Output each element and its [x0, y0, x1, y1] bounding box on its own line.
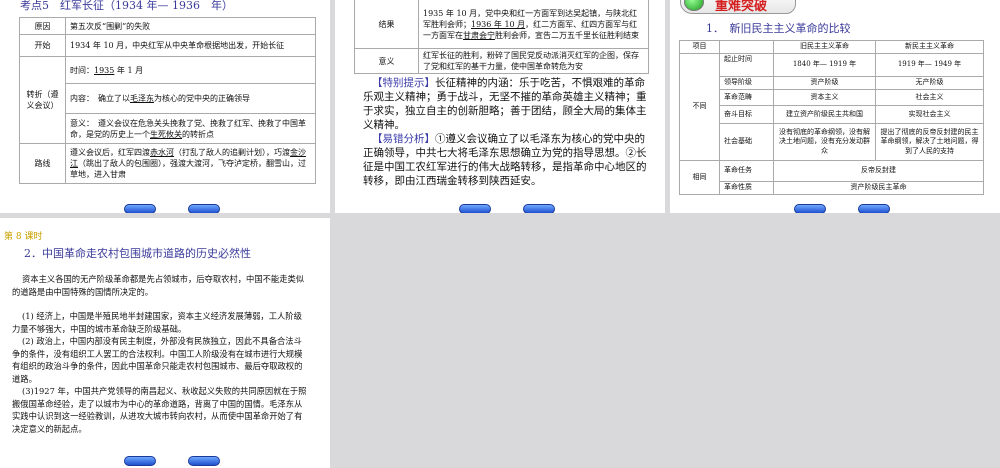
table-row: 不同 起止时间 1840 年— 1919 年 1919 年— 1949 年	[679, 53, 984, 161]
new-cell: 无产阶级	[875, 76, 984, 90]
row-label: 意义	[354, 48, 419, 74]
point-item: (1) 经济上，中国是半殖民地半封建国家，资本主义经济发展薄弱，工人阶级力量不够…	[12, 311, 302, 334]
new-cell: 社会主义	[875, 89, 984, 106]
tip-label: 【特别提示】	[372, 77, 435, 89]
underlined-text: 毛泽东	[130, 94, 154, 103]
new-cell: 实现社会主义	[875, 105, 984, 124]
slide-title: 2．中国革命走农村包围城市道路的历史必然性	[24, 247, 251, 260]
next-slide-button[interactable]	[188, 456, 220, 466]
old-cell: 没有彻底的革命纲领，没有解决土地问题，没有充分发动群众	[773, 123, 876, 161]
old-cell: 资本主义	[773, 89, 876, 106]
old-cell: 1840 年— 1919 年	[773, 53, 876, 77]
table-row: 领导阶级 资产阶级 无产阶级	[680, 76, 984, 90]
green-circle-icon	[684, 0, 704, 11]
prev-slide-button[interactable]	[124, 456, 156, 466]
slide-title: 1． 新旧民主主义革命的比较	[706, 22, 851, 35]
item-cell: 奋斗目标	[719, 105, 774, 124]
point-item: (3)1927 年，中国共产党领导的南昌起义、秋收起义失败的共同原因就在于照搬俄…	[12, 386, 307, 434]
item-cell: 社会基础	[719, 123, 774, 161]
old-cell: 资产阶级	[773, 76, 876, 90]
table-row: 意义 红军长征的胜利，粉碎了国民党反动派消灭红军的企图，保存了党和红军的基干力量，…	[354, 48, 649, 74]
group-label: 相同	[679, 160, 720, 195]
table-row: 社会基础 没有彻底的革命纲领，没有解决土地问题，没有充分发动群众 提出了彻底的反帝反…	[680, 123, 984, 161]
text: 为核心的党中央的正确领导	[154, 94, 250, 103]
table-header-row: 项目 旧民主主义革命 新民主主义革命	[679, 40, 984, 54]
slide-1-thumbnail[interactable]: 考点5 红军长征（1934 年— 1936 年） 原因 第五次反“围剿”的失败 开…	[0, 0, 330, 213]
underlined-text: 生死攸关	[150, 129, 182, 139]
underlined-text: 1936 年 10 月	[471, 19, 526, 29]
tab-label: 重难突破	[715, 0, 768, 14]
table-row: 革命性质 资产阶级民主革命	[680, 181, 984, 195]
error-analysis: 【易错分析】①遵义会议确立了以毛泽东为核心的党中央的正确领导，中共七大将毛泽东思…	[363, 132, 648, 188]
header-cell: 新民主主义革命	[875, 40, 984, 54]
row-content: 红军长征的胜利，粉碎了国民党反动派消灭红军的企图，保存了党和红军的基干力量，使中…	[418, 48, 649, 74]
error-label: 【易错分析】	[372, 133, 435, 145]
row-content: 意义： 遵义会议在危急关头挽救了党、挽救了红军、挽救了中国革命，是党的历史上一个…	[65, 113, 316, 144]
row-content: 遵义会议后，红军四渡赤水河（打乱了敌人的追剿计划），巧渡金沙江（跳出了敌人的包围…	[65, 143, 316, 184]
long-march-table: 原因 第五次反“围剿”的失败 开始 1934 年 10 月，中央红军从中央革命根据地…	[19, 17, 316, 184]
text: （打乱了敌人的追剿计划），巧渡	[174, 148, 290, 157]
table-row: 革命范畴 资本主义 社会主义	[680, 89, 984, 106]
text: 胜利会师，宣告二万五千里长征胜利结束	[495, 30, 639, 40]
row-label: 转折（遵义会议）	[19, 56, 66, 144]
table-row: 结果 1935 年 10 月，党中央和红一方面军到达吴起镇，与陕北红军胜利会师；…	[354, 0, 649, 49]
prev-slide-button[interactable]	[794, 204, 826, 213]
intro-paragraph: 资本主义各国的无产阶级革命都是先占领城市，后夺取农村，中国不能走类似的道路是由中…	[12, 274, 305, 297]
text: 年 1 月	[114, 65, 144, 75]
item-cell: 起止时间	[719, 53, 774, 77]
header-cell	[719, 40, 774, 54]
text: 内容： 确立了以	[70, 94, 130, 103]
table-row: 原因 第五次反“围剿”的失败	[19, 17, 316, 35]
item-cell: 革命性质	[719, 181, 774, 195]
text: 遵义会议后，红军四渡	[70, 148, 150, 157]
next-slide-button[interactable]	[188, 204, 220, 213]
slide-4-thumbnail[interactable]: 第 8 课时 2．中国革命走农村包围城市道路的历史必然性 资本主义各国的无产阶级…	[0, 218, 330, 468]
row-content: 第五次反“围剿”的失败	[65, 17, 316, 35]
row-label: 原因	[19, 17, 66, 35]
table-row: 相同 革命任务 反帝反封建	[679, 160, 984, 195]
point-item: (2) 政治上，中国内部没有民主制度，外部没有民族独立，因此不具备合法斗争的条件…	[12, 336, 303, 384]
lesson-label: 第 8 课时	[4, 232, 43, 242]
section-tab: 重难突破	[680, 0, 796, 14]
value-cell: 资产阶级民主革命	[773, 181, 984, 195]
long-march-table-continued: 结果 1935 年 10 月，党中央和红一方面军到达吴起镇，与陕北红军胜利会师；…	[354, 0, 649, 74]
row-label: 开始	[19, 34, 66, 57]
revolution-comparison-table: 项目 旧民主主义革命 新民主主义革命 不同 起止时间 1840 年— 1919 年…	[679, 40, 984, 195]
table-row: 转折（遵义会议） 时间：1935 年 1 月	[19, 56, 316, 144]
next-slide-button[interactable]	[523, 204, 555, 213]
underlined-text: 赤水河	[150, 148, 174, 157]
row-content: 时间：1935 年 1 月	[65, 56, 316, 84]
special-tip: 【特别提示】长征精神的内涵：乐于吃苦，不惧艰难的革命乐观主义精神；勇于战斗，无坚…	[363, 76, 648, 132]
slide-2-thumbnail[interactable]: 结果 1935 年 10 月，党中央和红一方面军到达吴起镇，与陕北红军胜利会师；…	[335, 0, 665, 213]
old-cell: 建立资产阶级民主共和国	[773, 105, 876, 124]
text: （跳出了敌人的包围圈），强渡大渡河，飞夺泸定桥，翻雪山，过草地，进入甘肃	[70, 159, 306, 179]
table-row: 路线 遵义会议后，红军四渡赤水河（打乱了敌人的追剿计划），巧渡金沙江（跳出了敌人…	[19, 143, 316, 184]
table-row: 开始 1934 年 10 月，中央红军从中央革命根据地出发，开始长征	[19, 34, 316, 57]
value-cell: 反帝反封建	[773, 160, 984, 182]
underlined-text: 甘肃会宁	[463, 30, 495, 40]
text: 的转折点	[182, 129, 214, 139]
prev-slide-button[interactable]	[124, 204, 156, 213]
new-cell: 提出了彻底的反帝反封建的民主革命纲领，解决了土地问题，得到了人民的支持	[875, 123, 984, 161]
item-cell: 革命范畴	[719, 89, 774, 106]
prev-slide-button[interactable]	[459, 204, 491, 213]
row-label: 路线	[19, 143, 66, 184]
row-content: 1934 年 10 月，中央红军从中央革命根据地出发，开始长征	[65, 34, 316, 57]
row-label: 结果	[354, 0, 419, 49]
slide-3-thumbnail[interactable]: 重难突破 1． 新旧民主主义革命的比较 项目 旧民主主义革命 新民主主义革命 不…	[670, 0, 1000, 213]
new-cell: 1919 年— 1949 年	[875, 53, 984, 77]
underlined-text: 1935	[94, 65, 115, 75]
row-content: 内容： 确立了以毛泽东为核心的党中央的正确领导	[65, 83, 316, 114]
header-cell: 旧民主主义革命	[773, 40, 876, 54]
slide-title: 考点5 红军长征（1934 年— 1936 年）	[20, 0, 233, 12]
item-cell: 领导阶级	[719, 76, 774, 90]
next-slide-button[interactable]	[858, 204, 890, 213]
text: 时间：	[70, 65, 94, 75]
points-list: (1) 经济上，中国是半殖民地半封建国家，资本主义经济发展薄弱，工人阶级力量不够…	[12, 310, 307, 435]
table-row: 奋斗目标 建立资产阶级民主共和国 实现社会主义	[680, 105, 984, 124]
item-cell: 革命任务	[719, 160, 774, 182]
group-label: 不同	[679, 53, 720, 161]
header-cell: 项目	[679, 40, 720, 54]
row-content: 1935 年 10 月，党中央和红一方面军到达吴起镇，与陕北红军胜利会师；193…	[418, 0, 649, 49]
